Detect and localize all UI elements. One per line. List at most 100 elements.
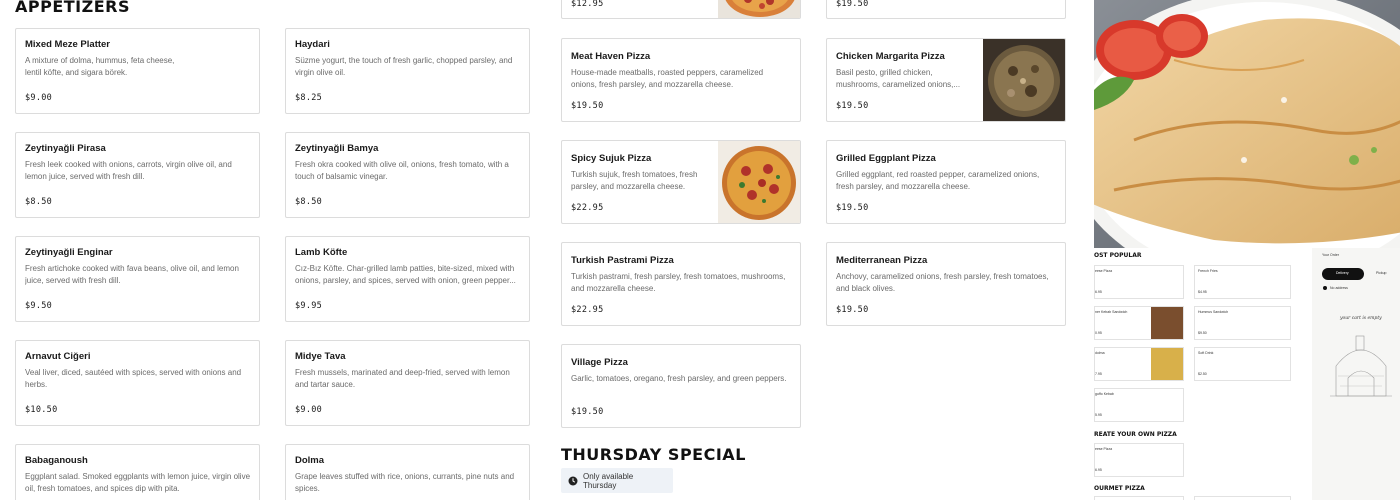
preview-item-name: eese Pizza	[1095, 447, 1113, 451]
menu-item-price: $12.95	[571, 0, 604, 9]
menu-item-card[interactable]: Village Pizza Garlic, tomatoes, oregano,…	[561, 344, 801, 428]
menu-item-description: Garlic, tomatoes, oregano, fresh parsley…	[571, 374, 787, 383]
preview-item-name: French Fries	[1198, 269, 1218, 273]
preview-card	[1094, 496, 1184, 500]
preview-item-price: 7.95	[1095, 372, 1102, 376]
preview-item-price: $2.50	[1198, 372, 1207, 376]
menu-item-description: Turkish pastrami, fresh parsley, fresh t…	[571, 272, 786, 293]
oven-illustration	[1326, 326, 1396, 411]
menu-item-description: Eggplant salad. Smoked eggplants with le…	[25, 472, 250, 493]
menu-item-description: Cız-Bız Köfte. Char-grilled lamb patties…	[295, 264, 516, 285]
menu-item-name: Haydari	[295, 39, 330, 50]
clock-icon	[568, 476, 578, 486]
chicken-pizza-photo	[983, 39, 1065, 121]
appetizers-heading: APPETIZERS	[15, 0, 131, 16]
preview-item-price: 6.95	[1095, 290, 1102, 294]
menu-item-price: $19.50	[836, 305, 869, 315]
preview-item-price: 5.95	[1095, 413, 1102, 417]
menu-item-price: $22.95	[571, 203, 604, 213]
preview-item-name: Hummus Sandwich	[1198, 310, 1229, 314]
preview-pickup-label: Pickup	[1376, 271, 1387, 275]
preview-create-own-heading: REATE YOUR OWN PIZZA	[1094, 431, 1177, 438]
menu-item-card[interactable]: Chicken Margarita Pizza Basil pesto, gri…	[826, 38, 1066, 122]
menu-item-name: Zeytinyağli Bamya	[295, 143, 379, 154]
menu-item-description: Fresh mussels, marinated and deep-fried,…	[295, 368, 510, 389]
preview-no-address: No address	[1330, 286, 1348, 290]
thursday-special-heading: THURSDAY SPECIAL	[561, 445, 746, 464]
preview-item-name: Soft Drink	[1198, 351, 1214, 355]
menu-item-card[interactable]: Zeytinyağli Bamya Fresh okra cooked with…	[285, 132, 530, 218]
menu-item-description: House-made meatballs, roasted peppers, c…	[571, 68, 764, 89]
preview-item-price: $4.95	[1198, 290, 1207, 294]
menu-item-description: A mixture of dolma, hummus, feta cheese,…	[25, 56, 175, 77]
menu-item-card[interactable]: Grilled Eggplant Pizza Grilled eggplant,…	[826, 140, 1066, 224]
preview-item-name: guffo Kebab	[1095, 392, 1114, 396]
menu-item-price: $9.00	[295, 405, 323, 415]
preview-delivery-label: Delivery	[1336, 271, 1349, 275]
menu-item-name: Zeytinyağli Enginar	[25, 247, 113, 258]
menu-item-card[interactable]: Spicy Sujuk Pizza Turkish sujuk, fresh t…	[561, 140, 801, 224]
preview-gourmet-heading: OURMET PIZZA	[1094, 485, 1145, 492]
menu-item-name: Zeytinyağli Pirasa	[25, 143, 106, 154]
menu-item-card[interactable]: $12.95	[561, 0, 801, 19]
menu-item-card[interactable]: Mixed Meze Platter A mixture of dolma, h…	[15, 28, 260, 114]
menu-item-card[interactable]: Lamb Köfte Cız-Bız Köfte. Char-grilled l…	[285, 236, 530, 322]
menu-item-price: $22.95	[571, 305, 604, 315]
menu-item-price: $19.50	[571, 407, 604, 417]
menu-item-card[interactable]: Mediterranean Pizza Anchovy, caramelized…	[826, 242, 1066, 326]
menu-item-description: Fresh okra cooked with olive oil, onions…	[295, 160, 509, 181]
app-preview-screenshot: OST POPULAR eese Pizza 6.95 French Fries…	[1094, 248, 1400, 500]
menu-item-price: $9.00	[25, 93, 53, 103]
menu-item-name: Village Pizza	[571, 357, 628, 368]
menu-item-price: $19.50	[571, 101, 604, 111]
preview-your-order: Your Order	[1322, 253, 1339, 257]
pizza-photo	[718, 0, 800, 18]
menu-item-name: Turkish Pastrami Pizza	[571, 255, 674, 266]
menu-item-card[interactable]: Arnavut Ciğeri Veal liver, diced, sautée…	[15, 340, 260, 426]
menu-item-price: $9.95	[295, 301, 323, 311]
preview-card	[1194, 496, 1291, 500]
menu-item-name: Arnavut Ciğeri	[25, 351, 91, 362]
food-hero-photo	[1094, 0, 1400, 248]
preview-order-sidebar: Your Order Delivery Pickup No address yo…	[1312, 248, 1400, 500]
menu-item-name: Dolma	[295, 455, 325, 466]
preview-item-name: dolma	[1095, 351, 1105, 355]
menu-item-name: Mediterranean Pizza	[836, 255, 928, 266]
menu-item-name: Meat Haven Pizza	[571, 51, 651, 62]
menu-item-description: Turkish sujuk, fresh tomatoes, fresh par…	[571, 170, 698, 191]
menu-item-price: $8.50	[25, 197, 53, 207]
menu-item-card[interactable]: Meat Haven Pizza House-made meatballs, r…	[561, 38, 801, 122]
menu-item-name: Grilled Eggplant Pizza	[836, 153, 936, 164]
preview-cart-empty: your cart is empty	[1340, 316, 1382, 321]
menu-item-description: Anchovy, caramelized onions, fresh parsl…	[836, 272, 1049, 293]
menu-item-card[interactable]: Dolma Grape leaves stuffed with rice, on…	[285, 444, 530, 500]
availability-badge: Only available Thursday	[561, 468, 673, 493]
menu-item-price: $19.50	[836, 0, 869, 9]
menu-item-name: Babaganoush	[25, 455, 88, 466]
preview-item-name: ner Kebab Sandwich	[1095, 310, 1128, 314]
menu-item-price: $9.50	[25, 301, 53, 311]
menu-item-description: Fresh leek cooked with onions, carrots, …	[25, 160, 232, 181]
menu-item-price: $19.50	[836, 101, 869, 111]
preview-thumb	[1151, 348, 1183, 380]
preview-item-price: 0.95	[1095, 331, 1102, 335]
menu-item-card[interactable]: Haydari Süzme yogurt, the touch of fresh…	[285, 28, 530, 114]
preview-item-price: $9.50	[1198, 331, 1207, 335]
menu-item-card[interactable]: Turkish Pastrami Pizza Turkish pastrami,…	[561, 242, 801, 326]
menu-item-description: Grilled eggplant, red roasted pepper, ca…	[836, 170, 1040, 191]
menu-item-name: Lamb Köfte	[295, 247, 348, 258]
menu-item-card[interactable]: Babaganoush Eggplant salad. Smoked eggpl…	[15, 444, 260, 500]
menu-item-description: Süzme yogurt, the touch of fresh garlic,…	[295, 56, 513, 77]
menu-item-card[interactable]: Zeytinyağli Pirasa Fresh leek cooked wit…	[15, 132, 260, 218]
menu-item-name: Mixed Meze Platter	[25, 39, 110, 50]
menu-item-name: Midye Tava	[295, 351, 346, 362]
menu-item-price: $10.50	[25, 405, 58, 415]
preview-thumb	[1151, 307, 1183, 339]
menu-item-card[interactable]: Midye Tava Fresh mussels, marinated and …	[285, 340, 530, 426]
menu-item-description: Veal liver, diced, sautéed with spices, …	[25, 368, 242, 389]
menu-item-card[interactable]: $19.50	[826, 0, 1066, 19]
menu-item-price: $8.50	[295, 197, 323, 207]
sujuk-pizza-photo	[718, 141, 800, 223]
pin-icon	[1323, 286, 1327, 290]
menu-item-card[interactable]: Zeytinyağli Enginar Fresh artichoke cook…	[15, 236, 260, 322]
